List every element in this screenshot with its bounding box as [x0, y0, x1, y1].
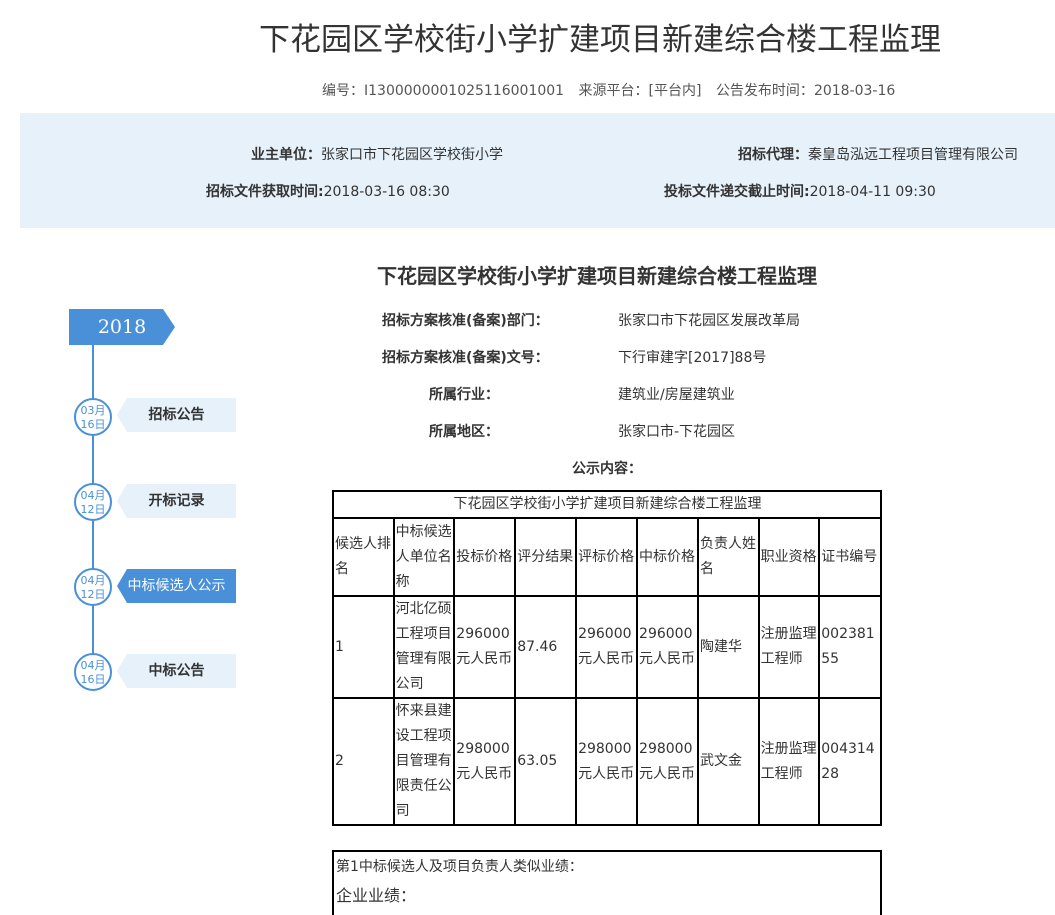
content-label: 公示内容：	[572, 461, 642, 477]
owner-field: 业主单位：张家口市下花园区学校街小学	[251, 144, 503, 164]
approval-dept-value: 张家口市下花园区发展改革局	[618, 313, 800, 329]
table-header-cell: 职业资格	[757, 517, 821, 597]
candidate-table: 下花园区学校街小学扩建项目新建综合楼工程监理 候选人排名 中标候选人单位名称 投…	[332, 490, 882, 826]
table-cell: 298000元人民币	[636, 697, 699, 826]
deadline-value: 2018-04-11 09:30	[809, 184, 936, 200]
table-header-cell: 候选人排名	[332, 517, 395, 597]
industry-label: 所属行业：	[429, 387, 499, 403]
publish-field: 公告发布时间：2018-03-16	[716, 83, 895, 99]
table-cell: 怀来县建设工程项目管理有限责任公司	[392, 697, 456, 826]
source-value: [平台内]	[648, 83, 702, 99]
table-cell: 298000元人民币	[453, 697, 517, 826]
table-cell: 00238155	[818, 595, 882, 699]
agent-field: 招标代理：秦皇岛泓远工程项目管理有限公司	[738, 144, 1018, 164]
table-header-cell: 评标价格	[575, 517, 639, 597]
timeline-step-opening-record[interactable]: 开标记录	[117, 484, 236, 518]
date-day: 12日	[80, 588, 106, 601]
owner-label: 业主单位：	[251, 147, 321, 163]
region-value: 张家口市-下花园区	[618, 424, 736, 440]
table-cell: 296000元人民币	[575, 595, 639, 699]
section-title: 下花园区学校街小学扩建项目新建综合楼工程监理	[377, 264, 817, 288]
table-cell: 1	[332, 595, 395, 699]
code-label: 编号：	[322, 83, 364, 99]
timeline-step-bid-notice[interactable]: 招标公告	[117, 398, 236, 432]
publish-value: 2018-03-16	[813, 83, 896, 99]
code-field: 编号：I1300000001025116001001	[322, 83, 564, 99]
enterprise-performance-label: 企业业绩：	[336, 886, 417, 905]
date-month: 04月	[80, 659, 106, 672]
page-title: 下花园区学校街小学扩建项目新建综合楼工程监理	[259, 22, 941, 58]
table-cell: 296000元人民币	[636, 595, 699, 699]
table-header-cell: 投标价格	[453, 517, 517, 597]
performance-heading: 第1中标候选人及项目负责人类似业绩：	[336, 859, 583, 875]
table-cell: 河北亿硕工程项目管理有限公司	[392, 595, 456, 699]
approval-dept-label: 招标方案核准(备案)部门：	[382, 313, 549, 329]
date-circle: 03月 16日	[74, 398, 112, 436]
date-circle: 04月 12日	[74, 568, 112, 606]
agent-value: 秦皇岛泓远工程项目管理有限公司	[808, 147, 1018, 163]
doc-time-value: 2018-03-16 08:30	[323, 184, 450, 200]
date-circle: 04月 12日	[74, 483, 112, 521]
table-cell: 298000元人民币	[575, 697, 639, 826]
notice-meta: 编号：I1300000001025116001001 来源平台：[平台内] 公告…	[322, 80, 905, 100]
table-header-cell: 中标候选人单位名称	[392, 517, 456, 597]
doc-time-label: 招标文件获取时间:	[206, 184, 324, 200]
owner-value: 张家口市下花园区学校街小学	[321, 147, 503, 163]
table-cell: 陶建华	[696, 595, 760, 699]
deadline-field: 投标文件递交截止时间:2018-04-11 09:30	[664, 181, 936, 201]
doc-time-field: 招标文件获取时间:2018-03-16 08:30	[206, 181, 450, 201]
table-row: 1 河北亿硕工程项目管理有限公司 296000元人民币 87.46 296000…	[332, 595, 882, 699]
approval-no-label: 招标方案核准(备案)文号：	[382, 350, 549, 366]
publish-label: 公告发布时间：	[715, 83, 814, 99]
approval-no-value: 下行审建字[2017]88号	[618, 350, 767, 366]
year-flag: 2018	[69, 309, 175, 345]
table-header-cell: 评分结果	[514, 517, 578, 597]
performance-box: 第1中标候选人及项目负责人类似业绩： 企业业绩：	[332, 850, 882, 915]
table-cell: 注册监理工程师	[757, 595, 821, 699]
step-label: 中标候选人公示	[127, 578, 226, 594]
table-cell: 87.46	[514, 595, 578, 699]
region-label: 所属地区：	[429, 424, 499, 440]
timeline-step-candidate-publicity[interactable]: 中标候选人公示	[117, 569, 236, 603]
deadline-label: 投标文件递交截止时间:	[664, 184, 810, 200]
table-header-row: 候选人排名 中标候选人单位名称 投标价格 评分结果 评标价格 中标价格 负责人姓…	[332, 517, 882, 597]
table-caption-row: 下花园区学校街小学扩建项目新建综合楼工程监理	[332, 490, 882, 519]
date-month: 04月	[80, 489, 106, 502]
agent-label: 招标代理：	[738, 147, 808, 163]
date-circle: 04月 16日	[74, 653, 112, 691]
info-band: 业主单位：张家口市下花园区学校街小学 招标代理：秦皇岛泓远工程项目管理有限公司 …	[20, 113, 1055, 228]
date-day: 16日	[80, 418, 106, 431]
table-cell: 00431428	[818, 697, 882, 826]
table-header-cell: 证书编号	[818, 517, 882, 597]
date-month: 03月	[80, 404, 106, 417]
step-label: 开标记录	[148, 493, 205, 509]
code-value: I1300000001025116001001	[364, 83, 565, 99]
table-cell: 武文金	[696, 697, 760, 826]
date-day: 16日	[80, 673, 106, 686]
table-header-cell: 中标价格	[636, 517, 699, 597]
date-day: 12日	[80, 503, 106, 516]
step-label: 招标公告	[148, 407, 205, 423]
source-field: 来源平台：[平台内]	[579, 83, 702, 99]
table-row: 2 怀来县建设工程项目管理有限责任公司 298000元人民币 63.05 298…	[332, 697, 882, 826]
table-cell: 296000元人民币	[453, 595, 517, 699]
industry-value: 建筑业/房屋建筑业	[618, 387, 735, 403]
table-header-cell: 负责人姓名	[696, 517, 760, 597]
year-label: 2018	[97, 316, 147, 338]
step-label: 中标公告	[148, 663, 205, 679]
timeline-step-award-notice[interactable]: 中标公告	[117, 654, 236, 688]
table-cell: 2	[332, 697, 395, 826]
table-cell: 注册监理工程师	[757, 697, 821, 826]
source-label: 来源平台：	[578, 83, 649, 99]
table-cell: 63.05	[514, 697, 578, 826]
table-caption: 下花园区学校街小学扩建项目新建综合楼工程监理	[332, 490, 882, 519]
date-month: 04月	[80, 574, 106, 587]
